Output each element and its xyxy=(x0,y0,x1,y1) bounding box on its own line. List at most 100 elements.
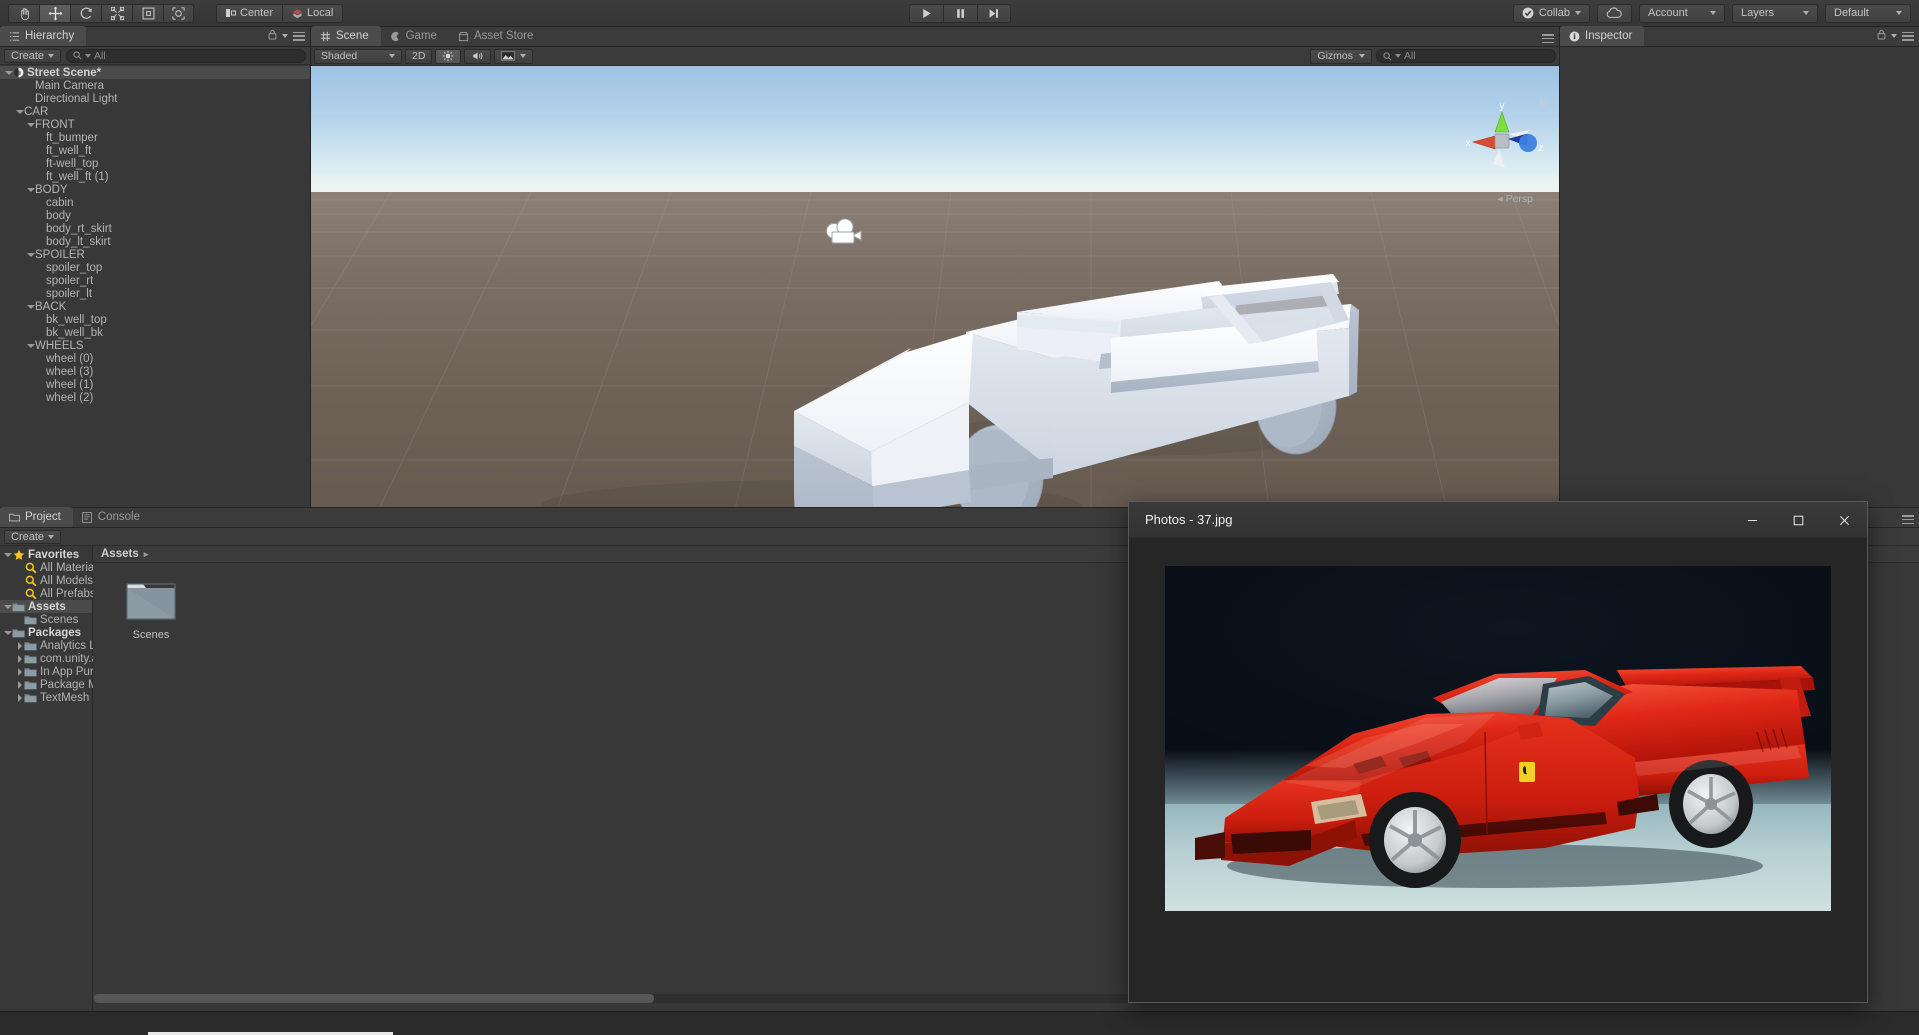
hierarchy-item-car[interactable]: CAR xyxy=(0,105,310,118)
scale-tool-button[interactable] xyxy=(101,3,132,23)
hierarchy-item-wheels[interactable]: WHEELS xyxy=(0,339,310,352)
project-tree[interactable]: Favorites All Materials All Models All Pref… xyxy=(0,546,105,1011)
scene-gizmo-lock-icon[interactable] xyxy=(1538,94,1549,110)
space-mode-button[interactable]: Local xyxy=(282,3,344,23)
scene-search-input[interactable]: All xyxy=(1376,49,1556,63)
tab-inspector[interactable]: Inspector xyxy=(1560,26,1645,46)
panel-menu-icon[interactable] xyxy=(1902,31,1914,41)
project-tree-item-all-models[interactable]: All Models xyxy=(0,574,93,587)
effects-toggle-button[interactable] xyxy=(494,48,534,64)
layers-button[interactable]: Layers xyxy=(1732,3,1818,23)
hierarchy-item-wheel-2[interactable]: wheel (2) xyxy=(0,391,310,404)
project-tree-item-com-unity-a[interactable]: com.unity.a xyxy=(0,652,98,665)
layout-button[interactable]: Default xyxy=(1825,3,1911,23)
transform-tool-button[interactable] xyxy=(163,3,194,23)
hierarchy-create-button[interactable]: Create xyxy=(4,48,62,63)
hierarchy-tree[interactable]: Street Scene* Main Camera Directional Ligh… xyxy=(0,65,310,509)
project-tree-item-scenes[interactable]: Scenes xyxy=(0,613,92,626)
hierarchy-item-ft-well-top[interactable]: ft-well_top xyxy=(0,157,310,170)
project-tree-item-favorites[interactable]: Favorites xyxy=(0,548,92,561)
expand-arrow-icon[interactable] xyxy=(15,107,24,116)
tab-game[interactable]: Game xyxy=(381,26,449,46)
tab-scene[interactable]: Scene xyxy=(311,26,381,46)
collab-button[interactable]: Collab xyxy=(1512,3,1590,23)
photo-image[interactable] xyxy=(1165,566,1831,911)
tab-console[interactable]: Console xyxy=(73,507,152,527)
expand-arrow-icon[interactable] xyxy=(26,302,35,311)
expand-arrow-icon[interactable] xyxy=(3,550,12,559)
hierarchy-item-body[interactable]: body xyxy=(0,209,310,222)
expand-arrow-icon[interactable] xyxy=(3,628,12,637)
panel-menu-icon[interactable] xyxy=(1542,34,1554,43)
tab-project[interactable]: Project xyxy=(0,507,73,527)
hierarchy-item-back[interactable]: BACK xyxy=(0,300,310,313)
lock-icon[interactable] xyxy=(268,29,277,43)
hand-tool-button[interactable] xyxy=(8,3,39,23)
hierarchy-item-bk-well-top[interactable]: bk_well_top xyxy=(0,313,310,326)
hierarchy-item-wheel-0[interactable]: wheel (0) xyxy=(0,352,310,365)
hierarchy-item-ft-well-ft[interactable]: ft_well_ft xyxy=(0,144,310,157)
project-tree-item-textmesh-p[interactable]: TextMesh P xyxy=(0,691,100,704)
photos-viewer-area[interactable] xyxy=(1129,538,1867,1002)
hierarchy-item-spoiler-top[interactable]: spoiler_top xyxy=(0,261,310,274)
scene-axis-gizmo[interactable]: y x z xyxy=(1457,94,1547,184)
account-button[interactable]: Account xyxy=(1639,3,1725,23)
expand-arrow-icon[interactable] xyxy=(26,120,35,129)
play-button[interactable] xyxy=(908,3,943,23)
gizmos-dropdown-button[interactable]: Gizmos xyxy=(1310,48,1372,64)
collapse-arrow-icon[interactable] xyxy=(15,641,24,650)
project-tree-item-all-materials[interactable]: All Materials xyxy=(0,561,103,574)
pivot-mode-button[interactable]: Center xyxy=(216,3,283,23)
hierarchy-item-body-rt-skirt[interactable]: body_rt_skirt xyxy=(0,222,310,235)
tab-hierarchy[interactable]: Hierarchy xyxy=(0,26,87,46)
shading-mode-dropdown[interactable]: Shaded xyxy=(314,48,402,64)
cloud-button[interactable] xyxy=(1597,3,1632,23)
move-tool-button[interactable] xyxy=(39,3,70,23)
minimize-button[interactable] xyxy=(1729,502,1775,538)
hierarchy-item-spoiler-rt[interactable]: spoiler_rt xyxy=(0,274,310,287)
project-tree-item-analytics-lib[interactable]: Analytics Lib xyxy=(0,639,105,652)
hierarchy-item-spoiler-lt[interactable]: spoiler_lt xyxy=(0,287,310,300)
hierarchy-item-body[interactable]: BODY xyxy=(0,183,310,196)
project-tree-item-in-app-purc[interactable]: In App Purc xyxy=(0,665,99,678)
collapse-arrow-icon[interactable] xyxy=(15,667,24,676)
project-tree-item-package-ma[interactable]: Package Ma xyxy=(0,678,104,691)
rotate-tool-button[interactable] xyxy=(70,3,101,23)
car-3d-model[interactable] xyxy=(311,66,1559,526)
panel-menu-icon[interactable] xyxy=(1902,515,1914,524)
hierarchy-item-main-camera[interactable]: Main Camera xyxy=(0,79,310,92)
collapse-arrow-icon[interactable] xyxy=(15,680,24,689)
project-tree-item-packages[interactable]: Packages xyxy=(0,626,92,639)
hierarchy-item-bk-well-bk[interactable]: bk_well_bk xyxy=(0,326,310,339)
expand-arrow-icon[interactable] xyxy=(26,250,35,259)
step-button[interactable] xyxy=(976,3,1011,23)
hierarchy-item-ft-well-ft-1[interactable]: ft_well_ft (1) xyxy=(0,170,310,183)
hierarchy-item-body-lt-skirt[interactable]: body_lt_skirt xyxy=(0,235,310,248)
project-create-button[interactable]: Create xyxy=(4,529,62,544)
panel-menu-icon[interactable] xyxy=(293,31,305,41)
close-button[interactable] xyxy=(1821,502,1867,538)
hierarchy-item-directional-light[interactable]: Directional Light xyxy=(0,92,310,105)
pause-button[interactable] xyxy=(942,3,977,23)
lock-icon[interactable] xyxy=(1877,29,1886,43)
expand-arrow-icon[interactable] xyxy=(4,68,13,77)
toggle-2d-button[interactable]: 2D xyxy=(405,48,433,64)
windows-taskbar[interactable] xyxy=(0,1011,1919,1035)
maximize-button[interactable] xyxy=(1775,502,1821,538)
hierarchy-item-spoiler[interactable]: SPOILER xyxy=(0,248,310,261)
hierarchy-item-wheel-3[interactable]: wheel (3) xyxy=(0,365,310,378)
lighting-toggle-button[interactable] xyxy=(435,48,462,64)
expand-arrow-icon[interactable] xyxy=(26,341,35,350)
collapse-arrow-icon[interactable] xyxy=(15,693,24,702)
tab-asset-store[interactable]: Asset Store xyxy=(449,26,545,46)
scene-viewport[interactable]: y x z ◂ Persp xyxy=(311,66,1559,526)
rect-tool-button[interactable] xyxy=(132,3,163,23)
expand-arrow-icon[interactable] xyxy=(26,185,35,194)
audio-toggle-button[interactable] xyxy=(464,48,492,64)
hierarchy-item-wheel-1[interactable]: wheel (1) xyxy=(0,378,310,391)
hierarchy-item-cabin[interactable]: cabin xyxy=(0,196,310,209)
project-tree-item-all-prefabs[interactable]: All Prefabs xyxy=(0,587,96,600)
project-tree-item-assets[interactable]: Assets xyxy=(0,600,92,613)
hierarchy-item-street-scene[interactable]: Street Scene* xyxy=(0,66,310,79)
scrollbar-thumb[interactable] xyxy=(94,994,654,1003)
